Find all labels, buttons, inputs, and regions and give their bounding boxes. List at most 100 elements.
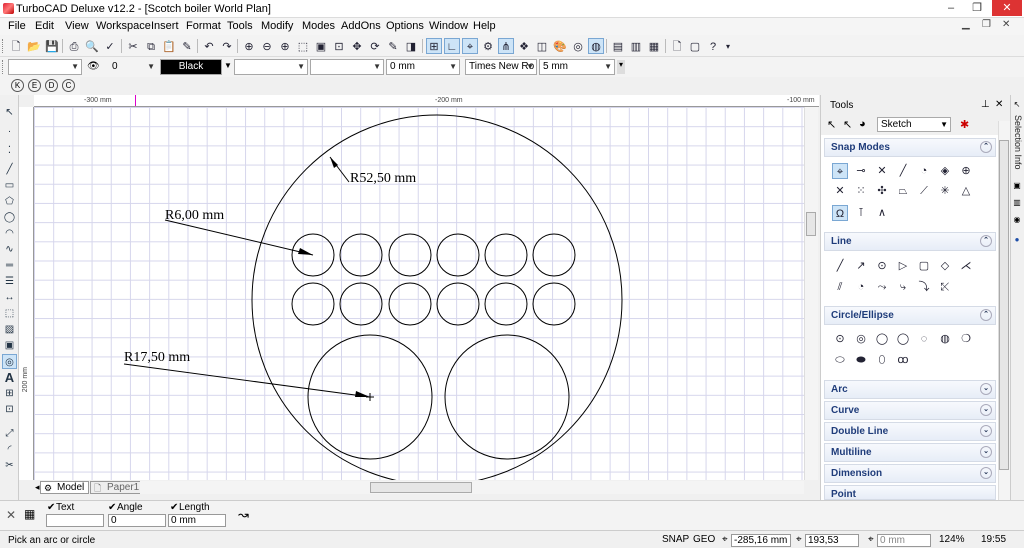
circle-tangent-icon[interactable]: ◌ bbox=[916, 331, 932, 347]
ellipse-icon[interactable]: ⬭ bbox=[832, 352, 848, 368]
length-lock-icon[interactable]: ✔ bbox=[170, 502, 178, 513]
expand-icon[interactable]: ⌄ bbox=[980, 446, 992, 458]
eraser-icon[interactable]: ◨ bbox=[403, 38, 419, 54]
palette-icon[interactable]: 🎨 bbox=[552, 38, 568, 54]
ellipse-center-icon[interactable]: ꝏ bbox=[895, 352, 911, 368]
snap-magnet-icon[interactable]: Ω bbox=[832, 205, 848, 221]
circle-tangent-arc-icon[interactable]: ◍ bbox=[937, 331, 953, 347]
image-icon[interactable]: ▣ bbox=[2, 338, 17, 353]
snap-mode-icon[interactable]: ⌖ bbox=[462, 38, 478, 54]
canvas-horizontal-scrollbar[interactable] bbox=[140, 481, 804, 494]
tools-palette-icon[interactable]: ◍ bbox=[588, 38, 604, 54]
arc-icon[interactable]: ◠ bbox=[2, 226, 17, 241]
magnet-icon[interactable]: ⋔ bbox=[498, 38, 514, 54]
block-icon[interactable]: ◫ bbox=[534, 38, 550, 54]
pen-width-dropdown[interactable]: ▼ bbox=[310, 59, 384, 75]
snap-nearest-icon[interactable]: ✕ bbox=[874, 163, 890, 179]
collapse-icon[interactable]: ⌃ bbox=[980, 309, 992, 321]
dimension-label-small[interactable]: R6,00 mm bbox=[165, 208, 224, 224]
menu-view[interactable]: View bbox=[65, 20, 89, 32]
section-multiline[interactable]: Multiline ⌄ bbox=[824, 443, 996, 462]
circle-concentric-icon[interactable]: ◎ bbox=[853, 331, 869, 347]
toolbar-overflow-icon[interactable]: ▾ bbox=[723, 38, 733, 54]
line-rectangle-icon[interactable]: ▢ bbox=[916, 258, 932, 274]
palette-mode-dropdown[interactable]: Sketch ▼ bbox=[877, 117, 951, 132]
dimension-label-outer[interactable]: R52,50 mm bbox=[350, 171, 416, 187]
menu-workspace[interactable]: Workspace bbox=[96, 20, 151, 32]
length-field[interactable]: 0 mm bbox=[168, 514, 226, 527]
expand-icon[interactable]: ⌄ bbox=[980, 383, 992, 395]
dimension-icon[interactable]: ↔ bbox=[2, 290, 17, 305]
brush-icon[interactable]: ✎ bbox=[385, 38, 401, 54]
tube-circle[interactable] bbox=[484, 282, 528, 326]
snap-center-icon[interactable]: ◔ bbox=[916, 163, 932, 179]
toolbar-grip[interactable] bbox=[2, 39, 5, 53]
open-file-icon[interactable]: 📂 bbox=[26, 38, 42, 54]
close-icon[interactable]: ✕ bbox=[6, 508, 16, 522]
chevron-down-icon[interactable]: ▼ bbox=[224, 61, 232, 70]
tube-circle[interactable] bbox=[339, 233, 383, 277]
zoom-in-icon[interactable]: ⊕ bbox=[277, 38, 293, 54]
spell-check-icon[interactable]: ✓ bbox=[102, 38, 118, 54]
section-double-line[interactable]: Double Line ⌄ bbox=[824, 422, 996, 441]
furnace-circle[interactable] bbox=[444, 334, 570, 460]
drawing-canvas[interactable]: R52,50 mm R6,00 mm R17,50 mm bbox=[34, 107, 804, 480]
page-setup-icon[interactable]: 🗋 bbox=[669, 38, 685, 54]
tube-circle[interactable] bbox=[388, 233, 432, 277]
menu-insert[interactable]: Insert bbox=[151, 20, 179, 32]
mdi-restore-icon[interactable]: ❐ bbox=[982, 19, 991, 30]
mdi-close-icon[interactable]: ✕ bbox=[1002, 19, 1010, 30]
globe-icon[interactable]: ◕ bbox=[859, 118, 866, 130]
section-curve[interactable]: Curve ⌄ bbox=[824, 401, 996, 420]
line-single-icon[interactable]: ╱ bbox=[832, 258, 848, 274]
circle-tool-icon[interactable]: ◎ bbox=[2, 354, 17, 369]
mode-e-icon[interactable]: E bbox=[28, 79, 41, 92]
menu-format[interactable]: Format bbox=[186, 20, 221, 32]
paste-icon[interactable]: 📋 bbox=[161, 38, 177, 54]
tube-circle[interactable] bbox=[532, 233, 576, 277]
select-arrow-icon[interactable]: ↖ bbox=[827, 118, 836, 131]
snap-vertex-alt-icon[interactable]: ⏢ bbox=[895, 183, 911, 199]
point-icon[interactable]: · bbox=[2, 124, 17, 139]
canvas-vertical-scrollbar[interactable] bbox=[804, 107, 818, 480]
modify-icon[interactable]: ⤢ bbox=[2, 426, 17, 441]
print-icon[interactable]: ⎙ bbox=[66, 38, 82, 54]
menu-addons[interactable]: AddOns bbox=[341, 20, 381, 32]
collapse-icon[interactable]: ⌃ bbox=[980, 235, 992, 247]
mode-k-icon[interactable]: K bbox=[11, 79, 24, 92]
palette-icon[interactable]: ◉ bbox=[1011, 214, 1023, 226]
tools-palette-scroll-thumb[interactable] bbox=[999, 140, 1009, 470]
z-coordinate[interactable]: 0 mm bbox=[877, 534, 931, 547]
circle-three-point-icon[interactable]: ◯ bbox=[895, 331, 911, 347]
menu-window[interactable]: Window bbox=[429, 20, 468, 32]
line-perp-icon[interactable]: ⤳ bbox=[874, 279, 890, 295]
snap-intersection-icon[interactable]: ✕ bbox=[832, 183, 848, 199]
line-angle-icon[interactable]: ⋌ bbox=[958, 258, 974, 274]
line-tangent-icon[interactable]: ◔ bbox=[853, 279, 869, 295]
library-icon[interactable]: ▤ bbox=[610, 38, 626, 54]
circle-icon[interactable]: ◯ bbox=[2, 210, 17, 225]
circle-tangent-three-icon[interactable]: ❍ bbox=[958, 331, 974, 347]
snap-quadrant-icon[interactable]: ◈ bbox=[937, 163, 953, 179]
snap-angle-icon[interactable]: ∧ bbox=[874, 205, 890, 221]
line-freehand-icon[interactable]: ⤪ bbox=[937, 279, 953, 295]
toolbar-grip[interactable] bbox=[2, 60, 5, 74]
dotted-point-icon[interactable]: ⁚ bbox=[2, 143, 17, 158]
polygon-icon[interactable]: ⬠ bbox=[2, 194, 17, 209]
thickness-field[interactable]: 0 mm ▼ bbox=[386, 59, 460, 75]
horizontal-scroll-thumb[interactable] bbox=[370, 482, 472, 493]
close-button[interactable]: ✕ bbox=[992, 0, 1022, 16]
tube-circle[interactable] bbox=[436, 282, 480, 326]
help-pointer-icon[interactable]: ? bbox=[705, 38, 721, 54]
circle-two-point-icon[interactable]: ◯ bbox=[874, 331, 890, 347]
snap-tangent-icon[interactable]: ⊕ bbox=[958, 163, 974, 179]
line-connected-icon[interactable]: ↗ bbox=[853, 258, 869, 274]
text-lock-icon[interactable]: ✔ bbox=[47, 502, 55, 513]
snap-grid-icon[interactable]: ⁙ bbox=[853, 183, 869, 199]
redraw-icon[interactable]: ⟳ bbox=[367, 38, 383, 54]
close-icon[interactable]: ✕ bbox=[995, 99, 1003, 110]
expand-icon[interactable]: ⌄ bbox=[980, 467, 992, 479]
snap-perpendicular-icon[interactable]: ╱ bbox=[895, 163, 911, 179]
curve-icon[interactable]: ∿ bbox=[2, 242, 17, 257]
format-painter-icon[interactable]: ✎ bbox=[179, 38, 195, 54]
